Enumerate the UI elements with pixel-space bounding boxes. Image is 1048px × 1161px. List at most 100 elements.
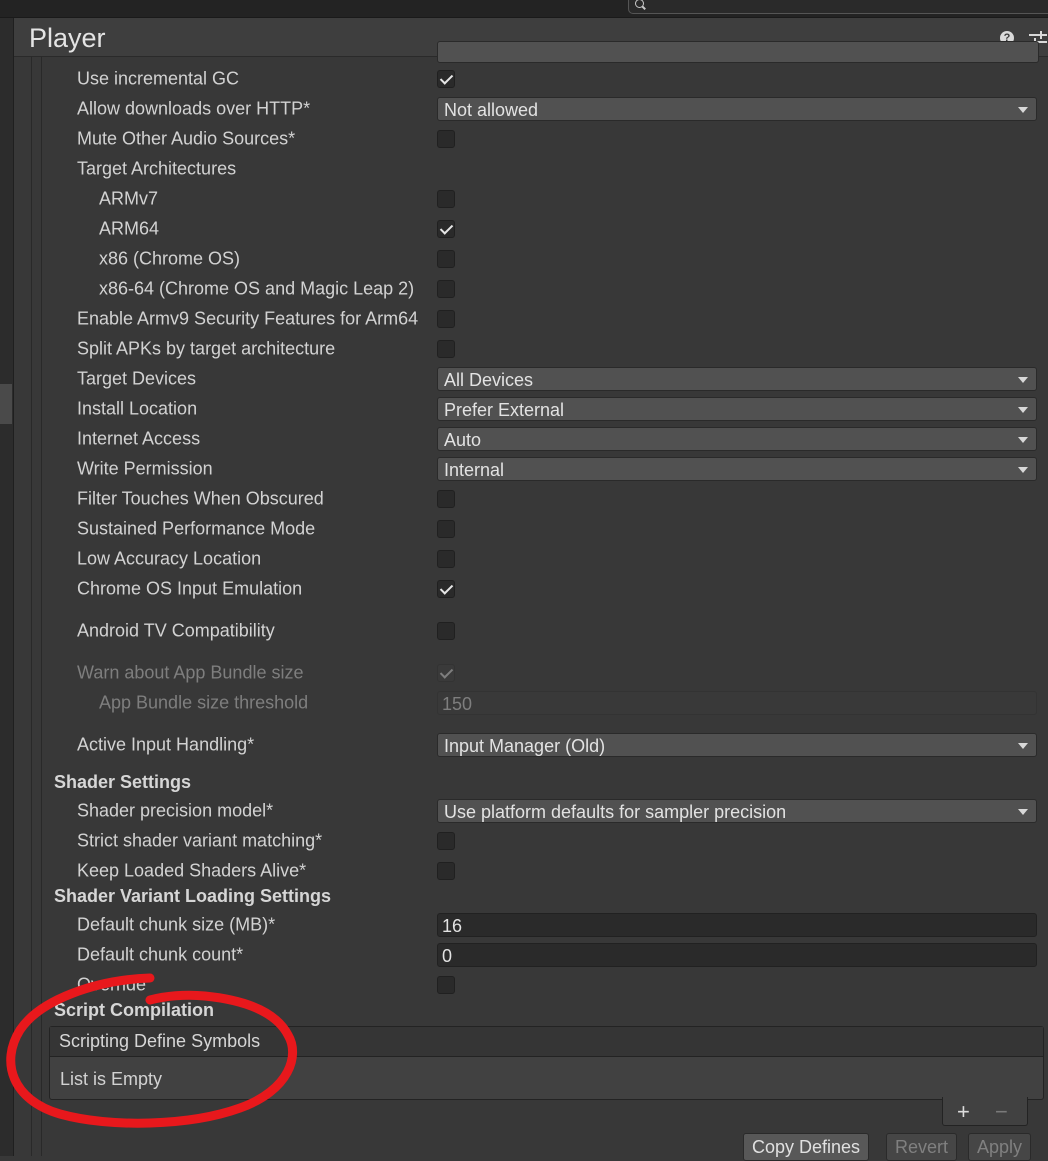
setting-row-x86-64-chrome-os-and-magic-leap-2: x86-64 (Chrome OS and Magic Leap 2) <box>0 275 1048 303</box>
dropdown-value: Auto <box>444 430 482 450</box>
setting-label: x86-64 (Chrome OS and Magic Leap 2) <box>99 278 415 299</box>
list-header-label: Scripting Define Symbols <box>59 1031 261 1051</box>
setting-row-use-incremental-gc: Use incremental GC <box>0 65 1048 93</box>
setting-row-internet-access: Internet Access Auto <box>0 425 1048 453</box>
revert-button[interactable]: Revert <box>886 1133 958 1161</box>
checkbox-split-apks-by-target-architecture[interactable] <box>437 340 455 358</box>
section-shader-variant-loading: Shader Variant Loading Settings <box>54 886 332 906</box>
setting-label: Filter Touches When Obscured <box>77 488 324 509</box>
setting-label: Install Location <box>77 398 198 419</box>
checkbox-low-accuracy-location[interactable] <box>437 550 455 568</box>
dropdown-value: Internal <box>444 460 505 480</box>
checkbox-armv7[interactable] <box>437 190 455 208</box>
dropdown-value: Not allowed <box>444 100 539 120</box>
page-title: Player <box>29 23 106 53</box>
dropdown-active-input-handling[interactable]: Input Manager (Old) <box>437 733 1037 757</box>
list-header: Scripting Define Symbols <box>50 1027 1043 1057</box>
setting-row-default-chunk-size-mb: Default chunk size (MB)* 16 <box>0 911 1048 939</box>
search-field[interactable] <box>628 0 1048 14</box>
dropdown-write-permission[interactable]: Internal <box>437 457 1037 481</box>
checkbox-x86-64-chrome-os-and-magic-leap-2[interactable] <box>437 280 455 298</box>
checkbox-override[interactable] <box>437 976 455 994</box>
search-icon <box>635 0 644 8</box>
setting-row-arm64: ARM64 <box>0 215 1048 243</box>
textfield-app-bundle-size-threshold: 150 <box>437 691 1037 715</box>
setting-row-warn-about-app-bundle-size: Warn about App Bundle size <box>0 659 1048 687</box>
minus-icon[interactable]: − <box>995 1099 1008 1125</box>
checkbox-android-tv-compatibility[interactable] <box>437 622 455 640</box>
setting-label: Default chunk size (MB)* <box>77 914 276 935</box>
setting-row-split-apks-by-target-architecture: Split APKs by target architecture <box>0 335 1048 363</box>
setting-label: Shader precision model* <box>77 800 274 821</box>
setting-label: Override <box>77 974 147 995</box>
setting-row-app-bundle-size-threshold: App Bundle size threshold 150 <box>0 689 1048 717</box>
dropdown-caret-icon <box>1018 377 1028 383</box>
setting-row-strict-shader-variant-matching: Strict shader variant matching* <box>0 827 1048 855</box>
dropdown-internet-access[interactable]: Auto <box>437 427 1037 451</box>
setting-row-install-location: Install Location Prefer External <box>0 395 1048 423</box>
apply-button[interactable]: Apply <box>968 1133 1032 1161</box>
checkbox-chrome-os-input-emulation[interactable] <box>437 580 455 598</box>
dropdown-caret-icon <box>1018 743 1028 749</box>
dropdown-allow-downloads-over-http[interactable]: Not allowed <box>437 97 1037 121</box>
copy-defines-button[interactable]: Copy Defines <box>743 1133 870 1161</box>
checkbox-strict-shader-variant-matching[interactable] <box>437 832 455 850</box>
setting-label: Mute Other Audio Sources* <box>77 128 296 149</box>
setting-label: Allow downloads over HTTP* <box>77 98 311 119</box>
textfield-default-chunk-count[interactable]: 0 <box>437 943 1037 967</box>
setting-row-default-chunk-count: Default chunk count* 0 <box>0 941 1048 969</box>
setting-row-keep-loaded-shaders-alive: Keep Loaded Shaders Alive* <box>0 857 1048 885</box>
checkbox-x86-chrome-os[interactable] <box>437 250 455 268</box>
checkbox-sustained-performance-mode[interactable] <box>437 520 455 538</box>
textfield-value: 16 <box>442 916 463 936</box>
setting-label: ARM64 <box>99 218 160 239</box>
dropdown-install-location[interactable]: Prefer External <box>437 397 1037 421</box>
setting-row-mute-other-audio-sources: Mute Other Audio Sources* <box>0 125 1048 153</box>
dropdown-shader-precision-model[interactable]: Use platform defaults for sampler precis… <box>437 799 1037 823</box>
partial-dropdown[interactable] <box>437 41 1039 63</box>
checkbox-use-incremental-gc[interactable] <box>437 70 455 88</box>
checkbox-arm64[interactable] <box>437 220 455 238</box>
setting-label: Android TV Compatibility <box>77 620 275 641</box>
setting-label: Use incremental GC <box>77 68 240 89</box>
setting-row-target-devices: Target Devices All Devices <box>0 365 1048 393</box>
setting-row-write-permission: Write Permission Internal <box>0 455 1048 483</box>
dropdown-target-devices[interactable]: All Devices <box>437 367 1037 391</box>
setting-row-chrome-os-input-emulation: Chrome OS Input Emulation <box>0 575 1048 603</box>
dropdown-value: All Devices <box>444 370 534 390</box>
list-empty-text: List is Empty <box>60 1069 163 1089</box>
plus-icon[interactable]: + <box>957 1099 970 1125</box>
setting-label: Internet Access <box>77 428 201 449</box>
dropdown-caret-icon <box>1018 809 1028 815</box>
textfield-value: 150 <box>442 694 473 714</box>
setting-row-x86-chrome-os: x86 (Chrome OS) <box>0 245 1048 273</box>
setting-label: Split APKs by target architecture <box>77 338 336 359</box>
list-footer: + − <box>942 1097 1028 1126</box>
setting-label: Write Permission <box>77 458 213 479</box>
setting-label: Active Input Handling* <box>77 734 255 755</box>
setting-row-armv7: ARMv7 <box>0 185 1048 213</box>
setting-row-override: Override <box>0 971 1048 999</box>
section-shader-settings: Shader Settings <box>54 772 192 792</box>
setting-row-sustained-performance-mode: Sustained Performance Mode <box>0 515 1048 543</box>
setting-label: Strict shader variant matching* <box>77 830 323 851</box>
setting-label: App Bundle size threshold <box>99 692 309 713</box>
dropdown-value: Prefer External <box>444 400 565 420</box>
setting-label: Low Accuracy Location <box>77 548 262 569</box>
top-toolbar <box>0 0 1048 18</box>
setting-label: Chrome OS Input Emulation <box>77 578 303 599</box>
checkbox-keep-loaded-shaders-alive[interactable] <box>437 862 455 880</box>
checkbox-mute-other-audio-sources[interactable] <box>437 130 455 148</box>
setting-row-active-input-handling: Active Input Handling* Input Manager (Old… <box>0 731 1048 759</box>
setting-row-filter-touches-when-obscured: Filter Touches When Obscured <box>0 485 1048 513</box>
checkbox-filter-touches-when-obscured[interactable] <box>437 490 455 508</box>
scripting-define-symbols-list: Scripting Define Symbols List is Empty <box>49 1026 1044 1100</box>
dropdown-caret-icon <box>1018 407 1028 413</box>
dropdown-value: Use platform defaults for sampler precis… <box>444 802 787 822</box>
dropdown-caret-icon <box>1018 107 1028 113</box>
setting-row-target-architectures: Target Architectures <box>0 155 1048 183</box>
checkbox-enable-armv9-security-features-for-arm64[interactable] <box>437 310 455 328</box>
textfield-default-chunk-size-mb[interactable]: 16 <box>437 913 1037 937</box>
setting-label: Warn about App Bundle size <box>77 662 304 683</box>
setting-label: Enable Armv9 Security Features for Arm64 <box>77 308 419 329</box>
